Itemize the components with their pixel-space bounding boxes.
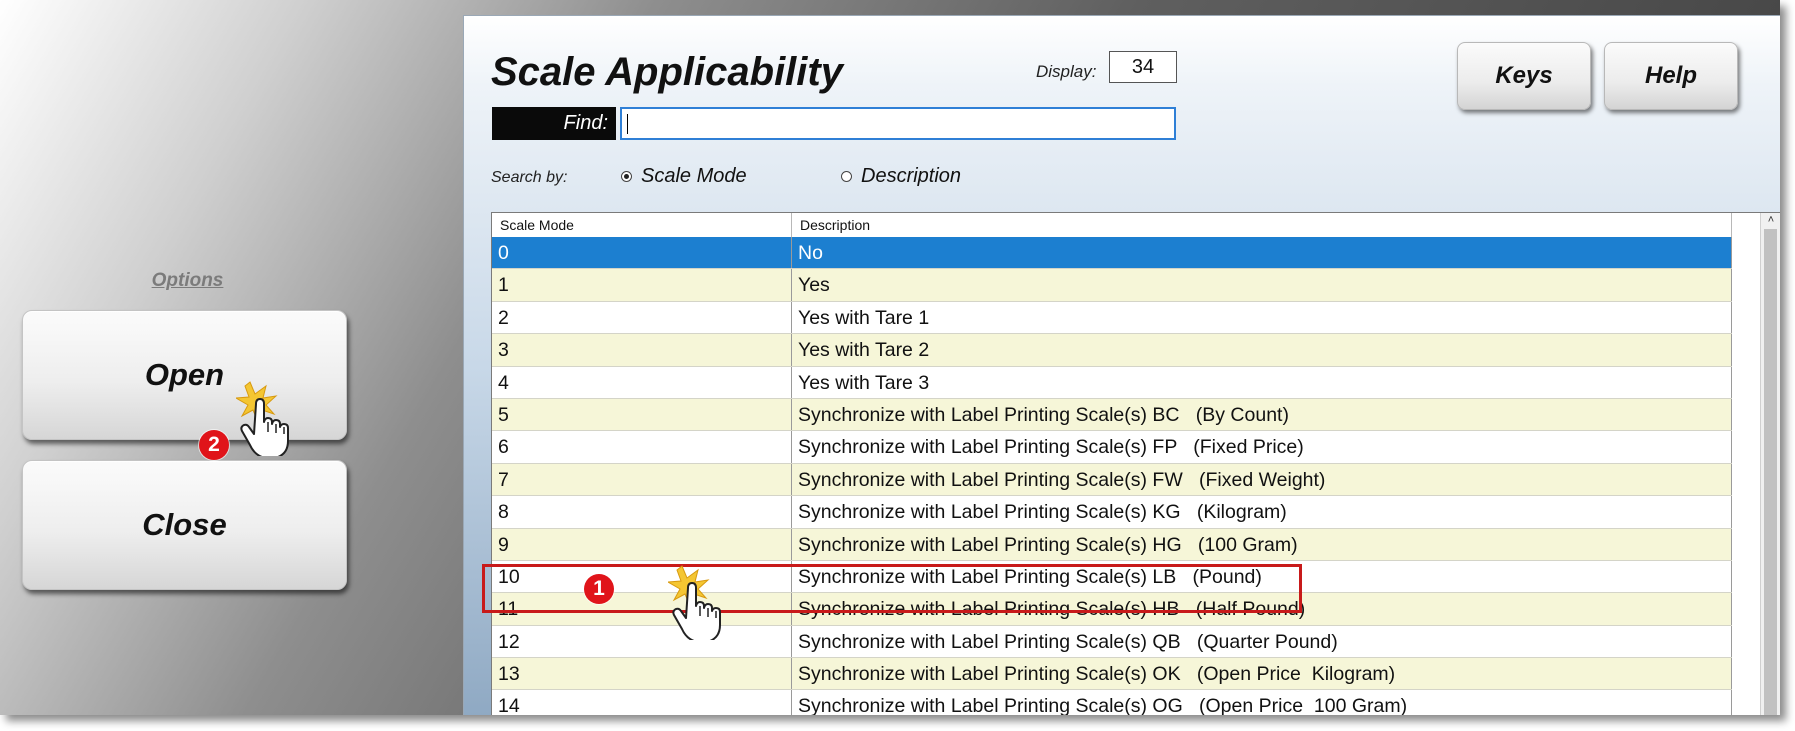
cell-description: Yes xyxy=(792,269,1732,301)
cell-description: Synchronize with Label Printing Scale(s)… xyxy=(792,625,1732,658)
table-row[interactable]: 2 Yes with Tare 1 xyxy=(492,301,1732,335)
cell-scale-mode: 8 xyxy=(492,496,792,528)
table-row[interactable]: 7 Synchronize with Label Printing Scale(s… xyxy=(492,463,1732,497)
find-input[interactable] xyxy=(620,107,1176,140)
table-row[interactable]: 4 Yes with Tare 3 xyxy=(492,366,1732,399)
cell-description: Synchronize with Label Printing Scale(s)… xyxy=(792,560,1732,593)
cell-scale-mode: 1 xyxy=(492,269,792,301)
table-row[interactable]: 14 Synchronize with Label Printing Scale(… xyxy=(492,690,1732,715)
radio-scale-mode-label: Scale Mode xyxy=(641,165,747,187)
find-label: Find: xyxy=(492,107,616,140)
cell-description: Synchronize with Label Printing Scale(s)… xyxy=(792,528,1732,560)
table-row[interactable]: 9 Synchronize with Label Printing Scale(s… xyxy=(492,528,1732,561)
cell-scale-mode: 0 xyxy=(492,237,792,269)
search-by-label: Search by: xyxy=(491,169,568,186)
cell-description: Synchronize with Label Printing Scale(s)… xyxy=(792,496,1732,528)
scale-applicability-window: Scale Applicability Display: 34 Find: Se… xyxy=(463,15,1780,715)
display-count-input[interactable]: 34 xyxy=(1109,51,1177,83)
cell-description: Synchronize with Label Printing Scale(s)… xyxy=(792,690,1732,715)
grid-header: Scale Mode Description xyxy=(492,213,1732,237)
cell-scale-mode: 7 xyxy=(492,463,792,496)
scroll-thumb[interactable] xyxy=(1764,229,1777,715)
radio-description-label: Description xyxy=(861,165,962,187)
cell-scale-mode: 10 xyxy=(492,560,792,593)
options-label: Options xyxy=(151,270,224,291)
table-row[interactable]: 3 Yes with Tare 2 xyxy=(492,334,1732,367)
column-header-scale-mode[interactable]: Scale Mode xyxy=(492,213,792,237)
step-2-badge: 2 xyxy=(199,430,229,460)
cell-description: Synchronize with Label Printing Scale(s)… xyxy=(792,398,1732,431)
page-title: Scale Applicability xyxy=(491,50,843,94)
cell-description: Yes with Tare 3 xyxy=(792,366,1732,398)
radio-checked-icon xyxy=(621,171,632,182)
cell-description: Synchronize with Label Printing Scale(s)… xyxy=(792,431,1732,463)
keys-button[interactable]: Keys xyxy=(1457,42,1591,110)
display-label: Display: xyxy=(1036,62,1097,81)
cell-scale-mode: 2 xyxy=(492,301,792,334)
table-row[interactable]: 6 Synchronize with Label Printing Scale(s… xyxy=(492,431,1732,464)
table-row[interactable]: 5 Synchronize with Label Printing Scale(s… xyxy=(492,398,1732,432)
cell-scale-mode: 3 xyxy=(492,334,792,366)
scroll-up-arrow-icon[interactable]: ˄ xyxy=(1761,213,1780,227)
step-1-badge: 1 xyxy=(584,574,614,604)
table-row[interactable]: 8 Synchronize with Label Printing Scale(s… xyxy=(492,496,1732,529)
grid-body: 0 No 1 Yes 2 Yes with Tare 1 3 Yes with Tare 24… xyxy=(492,237,1732,715)
click-hand-cursor-icon xyxy=(236,381,289,456)
click-hand-cursor-icon xyxy=(668,565,721,640)
text-caret xyxy=(627,114,628,134)
cell-description: Yes with Tare 1 xyxy=(792,301,1732,334)
radio-unchecked-icon xyxy=(841,171,852,182)
help-button[interactable]: Help xyxy=(1604,42,1738,110)
cell-scale-mode: 4 xyxy=(492,366,792,398)
table-row[interactable]: 1 Yes xyxy=(492,269,1732,302)
cell-description: Synchronize with Label Printing Scale(s)… xyxy=(792,593,1732,625)
cell-description: Synchronize with Label Printing Scale(s)… xyxy=(792,658,1732,690)
column-header-description[interactable]: Description xyxy=(792,213,1732,237)
radio-description[interactable]: Description xyxy=(841,165,961,188)
app-window: Options Open Close Scale Applicability D… xyxy=(0,0,1780,715)
radio-scale-mode[interactable]: Scale Mode xyxy=(621,165,747,188)
cell-scale-mode: 9 xyxy=(492,528,792,560)
cell-scale-mode: 5 xyxy=(492,398,792,431)
cell-scale-mode: 11 xyxy=(492,593,792,625)
cell-description: Yes with Tare 2 xyxy=(792,334,1732,366)
close-button[interactable]: Close xyxy=(22,460,347,590)
cell-description: Synchronize with Label Printing Scale(s)… xyxy=(792,463,1732,496)
vertical-scrollbar[interactable]: ˄ xyxy=(1760,213,1780,715)
table-row[interactable]: 0 No xyxy=(492,237,1732,270)
cell-scale-mode: 13 xyxy=(492,658,792,690)
cell-scale-mode: 6 xyxy=(492,431,792,463)
cell-scale-mode: 12 xyxy=(492,625,792,658)
table-row[interactable]: 13 Synchronize with Label Printing Scale(… xyxy=(492,658,1732,691)
cell-scale-mode: 14 xyxy=(492,690,792,715)
cell-description: No xyxy=(792,237,1732,269)
